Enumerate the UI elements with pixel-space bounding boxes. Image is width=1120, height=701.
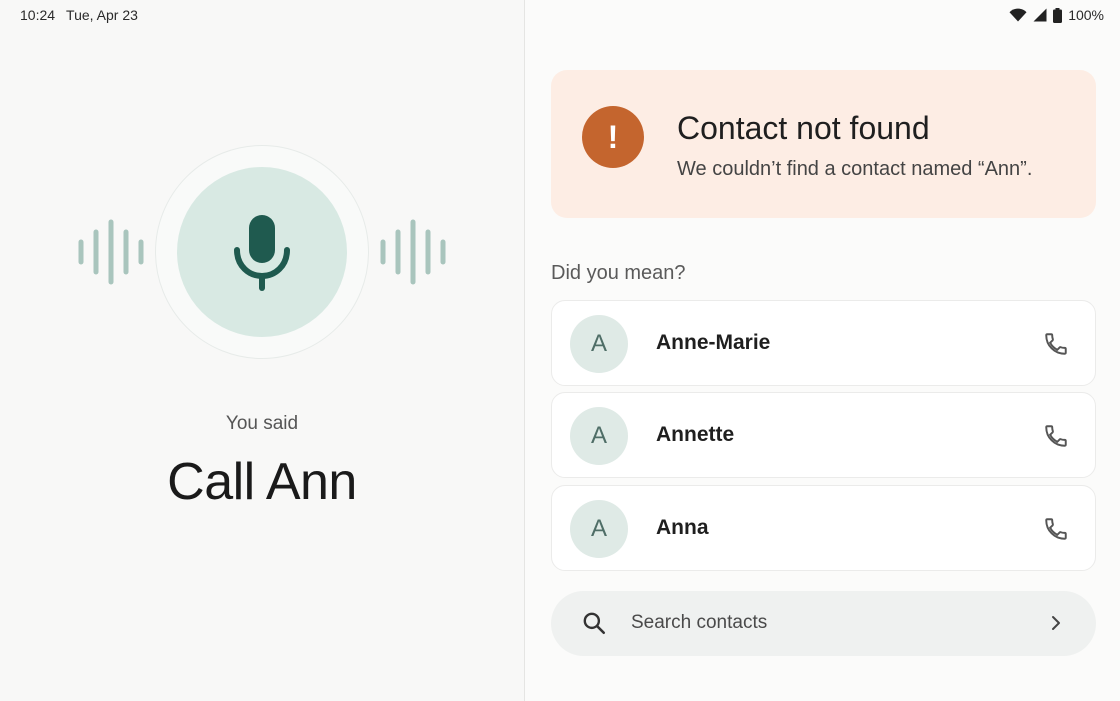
sound-wave-right-icon	[380, 219, 446, 285]
contact-item-anne-marie[interactable]: A Anne-Marie	[551, 300, 1096, 386]
phone-icon	[1045, 333, 1067, 355]
status-date: Tue, Apr 23	[66, 7, 138, 23]
status-bar: 10:24 Tue, Apr 23 100%	[0, 0, 1120, 30]
signal-icon	[1033, 8, 1047, 22]
transcript-text: Call Ann	[167, 453, 357, 511]
contact-item-annette[interactable]: A Annette	[551, 392, 1096, 478]
chevron-right-icon	[1052, 616, 1060, 630]
call-button[interactable]	[1041, 421, 1071, 451]
call-button[interactable]	[1041, 514, 1071, 544]
results-panel: ! Contact not found We couldn’t find a c…	[525, 0, 1120, 701]
voice-panel: You said Call Ann	[0, 0, 524, 701]
battery-level: 100%	[1068, 7, 1104, 23]
microphone-icon	[234, 215, 290, 291]
contact-name: Annette	[656, 423, 735, 446]
you-said-label: You said	[225, 413, 299, 434]
avatar: A	[570, 500, 628, 558]
status-time: 10:24	[20, 7, 56, 23]
battery-icon	[1053, 7, 1063, 23]
wifi-icon	[1009, 8, 1027, 22]
search-contacts-button[interactable]: Search contacts	[551, 591, 1096, 656]
avatar: A	[570, 407, 628, 465]
phone-icon	[1045, 518, 1067, 540]
avatar: A	[570, 315, 628, 373]
contact-item-anna[interactable]: A Anna	[551, 485, 1096, 571]
error-card: ! Contact not found We couldn’t find a c…	[551, 70, 1096, 218]
search-label: Search contacts	[631, 612, 768, 633]
sound-wave-left-icon	[78, 219, 144, 285]
error-description: We couldn’t find a contact named “Ann”.	[677, 158, 1033, 180]
call-button[interactable]	[1041, 329, 1071, 359]
search-icon	[583, 612, 606, 635]
contact-name: Anna	[656, 516, 709, 539]
error-title: Contact not found	[677, 110, 930, 146]
suggestions-heading: Did you mean?	[551, 262, 686, 284]
mic-button[interactable]	[177, 167, 347, 337]
phone-icon	[1045, 425, 1067, 447]
contact-name: Anne-Marie	[656, 331, 771, 354]
alert-icon: !	[582, 106, 644, 168]
